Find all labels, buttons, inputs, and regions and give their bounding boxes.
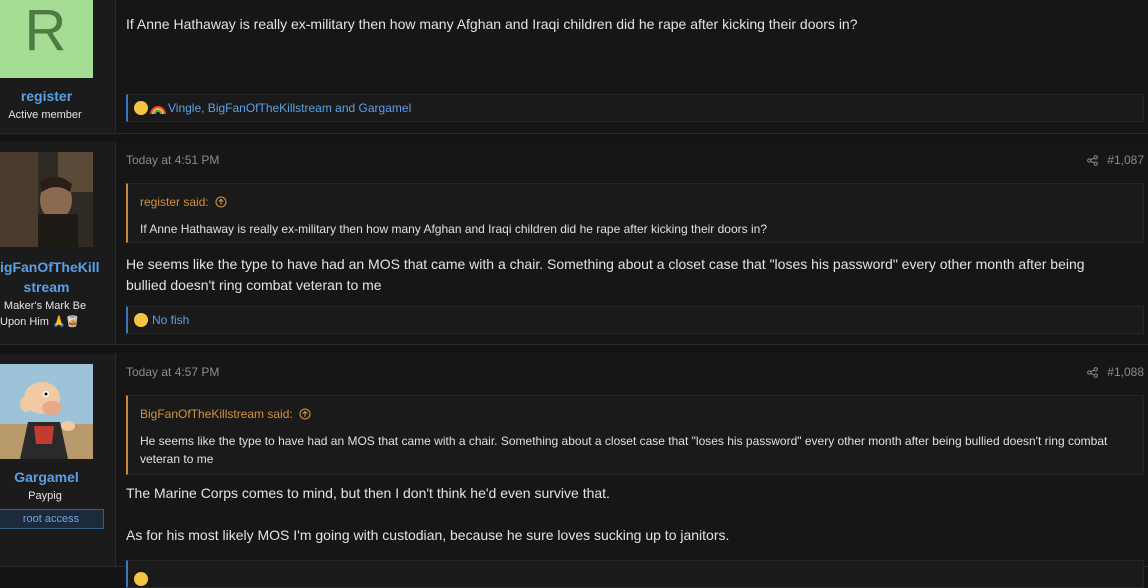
post-main: Today at 4:57 PM #1,088 BigFanOfTheKills…: [116, 354, 1148, 588]
username[interactable]: Gargamel: [0, 469, 93, 485]
user-banner: root access: [0, 509, 104, 529]
avatar[interactable]: [0, 364, 93, 459]
quote-block: register said: If Anne Hathaway is reall…: [126, 183, 1144, 243]
avatar-image: [0, 364, 93, 459]
post-number[interactable]: #1,087: [1107, 153, 1144, 167]
post-timestamp[interactable]: Today at 4:57 PM: [126, 365, 219, 379]
quote-author[interactable]: BigFanOfTheKillstream said:: [140, 407, 293, 421]
reactions-bar[interactable]: [126, 560, 1144, 588]
share-icon[interactable]: [1087, 154, 1099, 166]
quote-author[interactable]: register said:: [140, 195, 209, 209]
thinking-emoji-icon: [134, 313, 148, 327]
post-sidebar: igFanOfTheKill stream Maker's Mark Be Up…: [0, 142, 116, 344]
rainbow-emoji-icon: [150, 106, 166, 115]
quote-header: BigFanOfTheKillstream said:: [128, 396, 1143, 424]
post-number[interactable]: #1,088: [1107, 365, 1144, 379]
post-gargamel: Gargamel Paypig root access Today at 4:5…: [0, 354, 1148, 588]
quote-header: register said:: [128, 184, 1143, 212]
reactions-list[interactable]: Vingle, BigFanOfTheKillstream and Gargam…: [168, 101, 411, 115]
arrow-up-circle-icon[interactable]: [299, 408, 311, 420]
reactions-list[interactable]: No fish: [152, 313, 189, 327]
avatar-image: [0, 152, 93, 247]
post-permalink: #1,087: [1087, 153, 1144, 167]
user-title-line2: Upon Him 🙏🥃: [0, 316, 80, 328]
post-body-paragraph-1: The Marine Corps comes to mind, but then…: [126, 485, 610, 501]
thinking-emoji-icon: [134, 101, 148, 115]
quote-text: He seems like the type to have had an MO…: [140, 434, 1108, 466]
post-main: Today at 4:51 PM #1,087 register said: I…: [116, 142, 1148, 344]
user-title-line1: Maker's Mark Be: [3, 300, 87, 312]
avatar-letter: R: [24, 0, 67, 63]
user-title: Paypig: [28, 490, 62, 502]
post-sidebar: R register Active member: [0, 0, 116, 133]
post-body: If Anne Hathaway is really ex-military t…: [126, 16, 858, 32]
user-title: Active member: [8, 109, 82, 121]
arrow-up-circle-icon[interactable]: [215, 196, 227, 208]
post-main: If Anne Hathaway is really ex-military t…: [116, 0, 1148, 133]
post-bigfan: igFanOfTheKill stream Maker's Mark Be Up…: [0, 142, 1148, 345]
username-line2[interactable]: stream: [0, 279, 93, 295]
username-line1[interactable]: igFanOfTheKill: [0, 259, 100, 275]
quote-block: BigFanOfTheKillstream said: He seems lik…: [126, 395, 1144, 475]
post-sidebar: Gargamel Paypig root access: [0, 354, 116, 566]
post-body: He seems like the type to have had an MO…: [126, 256, 1085, 293]
reactions-bar[interactable]: No fish: [126, 306, 1144, 334]
reactions-bar[interactable]: Vingle, BigFanOfTheKillstream and Gargam…: [126, 94, 1144, 122]
share-icon[interactable]: [1087, 366, 1099, 378]
post-timestamp[interactable]: Today at 4:51 PM: [126, 153, 219, 167]
avatar[interactable]: [0, 152, 93, 247]
username[interactable]: register: [0, 88, 93, 104]
avatar[interactable]: R: [0, 0, 93, 78]
thinking-emoji-icon: [134, 572, 148, 586]
post-register: R register Active member If Anne Hathawa…: [0, 0, 1148, 134]
post-permalink: #1,088: [1087, 365, 1144, 379]
post-body-paragraph-2: As for his most likely MOS I'm going wit…: [126, 527, 730, 543]
quote-text: If Anne Hathaway is really ex-military t…: [140, 222, 767, 236]
